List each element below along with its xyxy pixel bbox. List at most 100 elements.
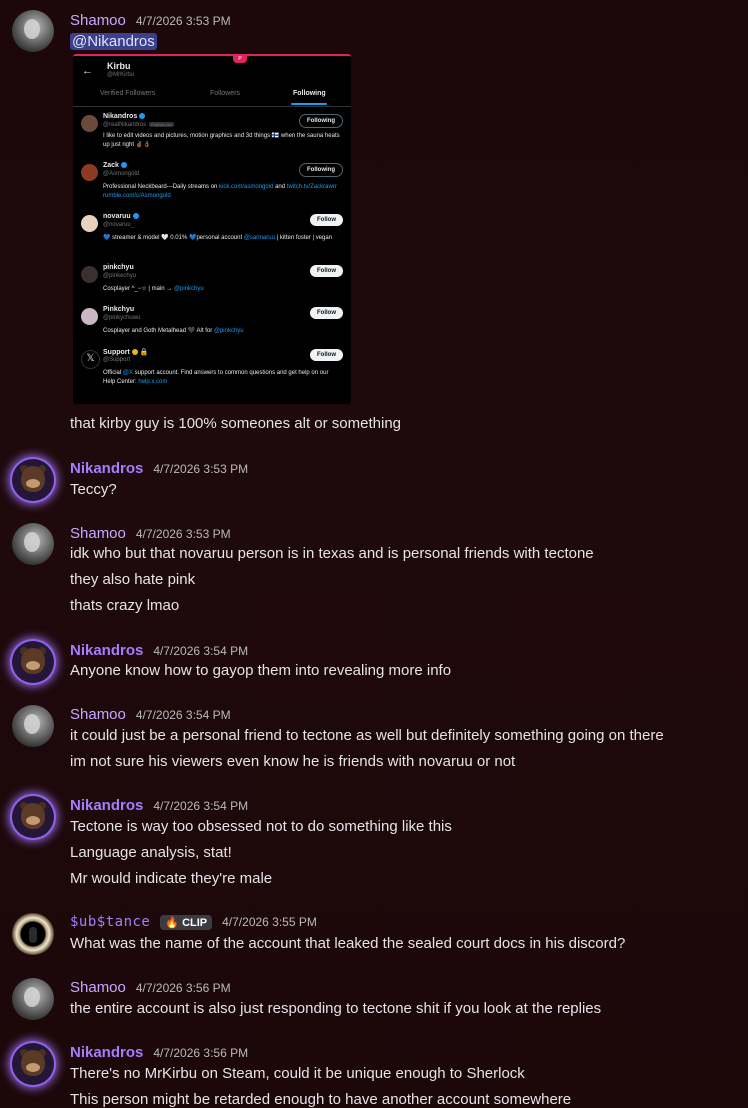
bio-text: and [273,184,287,190]
timestamp: 4/7/2026 3:53 PM [153,462,249,476]
bio-link: @sarinaruu [243,235,275,241]
account-handle-text: @realNikandros [103,122,147,128]
author-name[interactable]: Shamoo [70,12,126,29]
timestamp: 4/7/2026 3:53 PM [135,14,231,28]
account-name: Zack [103,162,127,169]
author-name[interactable]: Nikandros [70,460,143,477]
server-tag-label: CLIP [182,916,208,929]
message-text: idk who but that novaruu person is in te… [70,545,594,562]
message-text: This person might be retarded enough to … [70,1091,572,1108]
avatar[interactable] [12,705,54,747]
flame-icon: 🔥 [165,917,180,929]
server-tag[interactable]: 🔥 CLIP [160,915,213,930]
author-name[interactable]: $ub$tance [70,914,150,930]
account-handle: @realNikandros Follows you [103,122,175,128]
notification-badge-icon: P [233,56,247,63]
back-arrow-icon: ← [82,65,93,77]
profile-tabs: Verified Followers Followers Following [73,86,351,107]
message-text: thats crazy lmao [70,597,180,614]
avatar[interactable] [12,459,54,501]
message-text: Anyone know how to gayop them into revea… [70,662,452,679]
account-handle: @Support [103,357,131,363]
follow-button: Follow [310,265,343,277]
avatar[interactable] [12,10,54,52]
timestamp: 4/7/2026 3:55 PM [222,915,317,929]
follows-you-badge: Follows you [149,122,175,127]
bio-link: @pinkchyu [213,328,244,334]
follow-button: Follow [310,349,343,361]
timestamp: 4/7/2026 3:56 PM [135,981,231,995]
tab-followers: Followers [210,90,240,97]
message-text: Mr would indicate they're male [70,870,273,887]
message-text: they also hate pink [70,571,196,588]
account-handle: @pinkychuwu [103,315,141,321]
following-button: Following [299,163,343,177]
avatar [81,215,98,232]
tab-following: Following [293,90,326,97]
bio-text: Professional Neckbeard---Daily streams o… [103,184,220,190]
timestamp: 4/7/2026 3:56 PM [153,1046,249,1060]
message-text: There's no MrKirbu on Steam, could it be… [70,1065,525,1082]
author-name[interactable]: Nikandros [70,1044,143,1061]
avatar[interactable] [12,796,54,838]
account-name-text: novaruu [103,213,131,220]
account-handle: @novaruu_ [103,222,135,228]
bio-text: 💙 streamer & model 🤍 0.01% 💙personal acc… [103,235,244,241]
message-text: Language analysis, stat! [70,844,232,861]
avatar[interactable] [12,641,54,683]
account-name: Support 🔒 [103,348,149,356]
avatar [81,308,98,325]
author-name[interactable]: Nikandros [70,797,143,814]
timestamp: 4/7/2026 3:54 PM [153,644,249,658]
bio-link: help.x.com [138,379,168,385]
bio-link: @pinkchyu [173,286,204,292]
user-mention[interactable]: @Nikandros [70,33,157,50]
verified-icon [120,162,127,169]
avatar[interactable] [12,978,54,1020]
account-bio: Cosplayer ^_−☆ | main → @pinkchyu [103,285,341,294]
account-name-text: Nikandros [103,113,138,120]
avatar[interactable] [12,913,54,955]
account-name-text: Zack [103,162,119,169]
embedded-screenshot[interactable]: P ← Kirbu @MrKirbu Verified Followers Fo… [73,54,351,404]
bio-link: kick.com/asmongold [219,184,274,190]
account-handle: @pinkechyu [103,273,137,279]
account-bio: Official @X support account. Find answer… [103,369,341,387]
profile-title: Kirbu [107,61,131,71]
follow-button: Follow [310,307,343,319]
bio-text: support account. Find answers to common … [103,370,329,385]
message-text: Teccy? [70,481,117,498]
following-button: Following [299,114,343,128]
author-name[interactable]: Shamoo [70,706,126,723]
avatar [81,164,98,181]
avatar[interactable] [12,1043,54,1085]
account-name-text: Support [103,349,130,356]
account-handle: @Asmongold [103,171,140,177]
lock-icon: 🔒 [139,349,149,356]
message-text: im not sure his viewers even know he is … [70,753,516,770]
author-name[interactable]: Nikandros [70,642,143,659]
message-text: it could just be a personal friend to te… [70,727,664,744]
follow-button: Follow [310,214,343,226]
bio-text: Cosplayer and Goth Metalhead 🖤 Alt for [103,328,214,334]
author-name[interactable]: Shamoo [70,979,126,996]
account-name: Nikandros [103,113,146,120]
message-text: What was the name of the account that le… [70,935,626,952]
account-bio: 💙 streamer & model 🤍 0.01% 💙personal acc… [103,234,341,243]
bio-link: @X [122,370,133,376]
timestamp: 4/7/2026 3:54 PM [135,708,231,722]
timestamp: 4/7/2026 3:54 PM [153,799,249,813]
bio-text: | kitten foster | vegan [274,235,333,241]
verified-icon [132,213,139,220]
profile-handle: @MrKirbu [107,72,135,78]
message-text: that kirby guy is 100% someones alt or s… [70,415,402,432]
account-name: Pinkchyu [103,306,135,313]
account-bio: Professional Neckbeard---Daily streams o… [103,183,341,201]
account-bio: I like to edit videos and pictures, moti… [103,133,340,148]
bio-text: Cosplayer ^_−☆ | main → [103,286,174,292]
account-name: pinkchyu [103,264,134,271]
account-bio: Cosplayer and Goth Metalhead 🖤 Alt for @… [103,327,341,336]
avatar[interactable] [12,523,54,565]
author-name[interactable]: Shamoo [70,525,126,542]
avatar [81,266,98,283]
